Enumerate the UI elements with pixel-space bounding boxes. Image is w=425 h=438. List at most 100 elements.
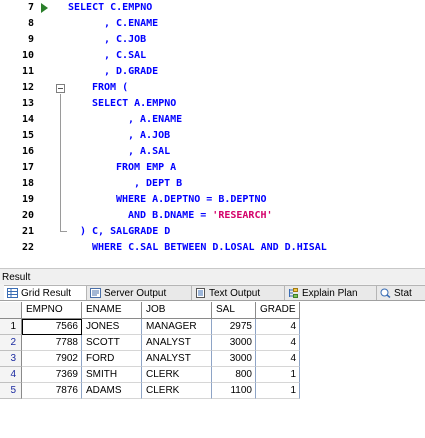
cell-ename[interactable]: SCOTT (82, 335, 142, 351)
server-output-icon (90, 288, 101, 298)
tab-label: Stat (394, 288, 412, 299)
result-grid[interactable]: EMPNO ENAME JOB SAL GRADE 1 7566 JONES MANAGER 29… (0, 302, 425, 438)
fold-guide-end (60, 231, 67, 232)
table-row[interactable]: 1 7566 JONES MANAGER 2975 4 (0, 319, 425, 335)
cell-empno[interactable]: 7876 (22, 383, 82, 399)
code-text: FROM ( (92, 80, 128, 96)
grid-icon (7, 288, 18, 298)
cell-job[interactable]: CLERK (142, 383, 212, 399)
code-text: WHERE C.SAL BETWEEN D.LOSAL AND D.HISAL (92, 240, 327, 256)
cell-grade[interactable]: 4 (256, 351, 300, 367)
code-line[interactable]: 22 WHERE C.SAL BETWEEN D.LOSAL AND D.HISA… (0, 240, 425, 256)
statistics-icon (380, 288, 391, 299)
line-number: 18 (21, 178, 34, 189)
line-number: 9 (27, 34, 34, 45)
line-number: 16 (21, 146, 34, 157)
code-text: , C.ENAME (104, 16, 158, 32)
cell-job[interactable]: ANALYST (142, 351, 212, 367)
tab-label: Explain Plan (302, 288, 358, 299)
code-line[interactable]: 8 , C.ENAME (0, 16, 425, 32)
code-line[interactable]: 15 , A.JOB (0, 128, 425, 144)
code-token: SELECT A.EMPNO (92, 98, 177, 109)
cell-empno[interactable]: 7369 (22, 367, 82, 383)
code-token: WHERE A.DEPTNO = B.DEPTNO (116, 194, 267, 205)
code-line[interactable]: 9 , C.JOB (0, 32, 425, 48)
tab-grid-result[interactable]: Grid Result (4, 285, 87, 300)
line-number: 20 (21, 210, 34, 221)
code-line[interactable]: 17 FROM EMP A (0, 160, 425, 176)
cell-empno[interactable]: 7788 (22, 335, 82, 351)
code-line[interactable]: 19 WHERE A.DEPTNO = B.DEPTNO (0, 192, 425, 208)
line-number: 12 (21, 82, 34, 93)
cell-grade[interactable]: 1 (256, 367, 300, 383)
cell-ename[interactable]: JONES (82, 319, 142, 335)
fold-toggle-icon[interactable] (56, 84, 65, 93)
tab-label: Text Output (209, 288, 261, 299)
row-number[interactable]: 1 (0, 319, 22, 335)
line-number: 13 (21, 98, 34, 109)
cell-ename[interactable]: ADAMS (82, 383, 142, 399)
grid-corner[interactable] (0, 302, 22, 319)
code-token: FROM EMP A (116, 162, 177, 173)
tab-server-output[interactable]: Server Output (87, 285, 192, 300)
line-number: 19 (21, 194, 34, 205)
cell-job[interactable]: MANAGER (142, 319, 212, 335)
tab-text-output[interactable]: Text Output (192, 285, 285, 300)
cell-job[interactable]: CLERK (142, 367, 212, 383)
line-number: 14 (21, 114, 34, 125)
code-text: , DEPT B (134, 176, 182, 192)
table-row[interactable]: 2 7788 SCOTT ANALYST 3000 4 (0, 335, 425, 351)
code-line[interactable]: 14 , A.ENAME (0, 112, 425, 128)
string-literal: 'RESEARCH' (212, 210, 273, 221)
code-text: ) C, SALGRADE D (80, 224, 170, 240)
code-token: , A.SAL (128, 146, 171, 157)
code-line[interactable]: 10 , C.SAL (0, 48, 425, 64)
table-row[interactable]: 5 7876 ADAMS CLERK 1100 1 (0, 383, 425, 399)
cell-sal[interactable]: 3000 (212, 351, 256, 367)
cell-sal[interactable]: 3000 (212, 335, 256, 351)
cell-sal[interactable]: 2975 (212, 319, 256, 335)
line-number: 8 (27, 18, 34, 29)
code-line[interactable]: 20 AND B.DNAME = 'RESEARCH' (0, 208, 425, 224)
code-line[interactable]: 16 , A.SAL (0, 144, 425, 160)
code-line[interactable]: 18 , DEPT B (0, 176, 425, 192)
row-number[interactable]: 3 (0, 351, 22, 367)
row-number[interactable]: 2 (0, 335, 22, 351)
table-row[interactable]: 3 7902 FORD ANALYST 3000 4 (0, 351, 425, 367)
code-text: SELECT C.EMPNO (68, 0, 152, 16)
column-header-empno[interactable]: EMPNO (22, 302, 82, 319)
cell-job[interactable]: ANALYST (142, 335, 212, 351)
column-header-grade[interactable]: GRADE (256, 302, 300, 319)
tab-explain-plan[interactable]: Explain Plan (285, 285, 377, 300)
table-row[interactable]: 4 7369 SMITH CLERK 800 1 (0, 367, 425, 383)
text-output-icon (195, 288, 206, 298)
cell-empno[interactable]: 7566 (22, 319, 82, 335)
code-text: , C.JOB (104, 32, 146, 48)
tab-stat[interactable]: Stat (377, 285, 425, 300)
row-number[interactable]: 5 (0, 383, 22, 399)
result-panel-header: Result (0, 268, 425, 284)
cell-grade[interactable]: 1 (256, 383, 300, 399)
code-token: , A.JOB (128, 130, 171, 141)
cell-sal[interactable]: 800 (212, 367, 256, 383)
code-token: WHERE C.SAL BETWEEN D.LOSAL AND D.HISAL (92, 242, 327, 253)
code-line[interactable]: 7 SELECT C.EMPNO (0, 0, 425, 16)
code-text: SELECT A.EMPNO (92, 96, 176, 112)
cell-empno[interactable]: 7902 (22, 351, 82, 367)
cell-ename[interactable]: SMITH (82, 367, 142, 383)
column-header-ename[interactable]: ENAME (82, 302, 142, 319)
explain-plan-icon (288, 288, 299, 298)
code-line[interactable]: 13 SELECT A.EMPNO (0, 96, 425, 112)
cell-grade[interactable]: 4 (256, 335, 300, 351)
code-token: SELECT C.EMPNO (68, 2, 153, 13)
cell-grade[interactable]: 4 (256, 319, 300, 335)
sql-editor[interactable]: 7 SELECT C.EMPNO 8 , C.ENAME 9 , C.JOB 10 , C.S… (0, 0, 425, 256)
cell-ename[interactable]: FORD (82, 351, 142, 367)
row-number[interactable]: 4 (0, 367, 22, 383)
tab-label: Server Output (104, 288, 167, 299)
column-header-job[interactable]: JOB (142, 302, 212, 319)
column-header-sal[interactable]: SAL (212, 302, 256, 319)
code-line[interactable]: 21) C, SALGRADE D (0, 224, 425, 240)
cell-sal[interactable]: 1100 (212, 383, 256, 399)
code-line[interactable]: 11 , D.GRADE (0, 64, 425, 80)
